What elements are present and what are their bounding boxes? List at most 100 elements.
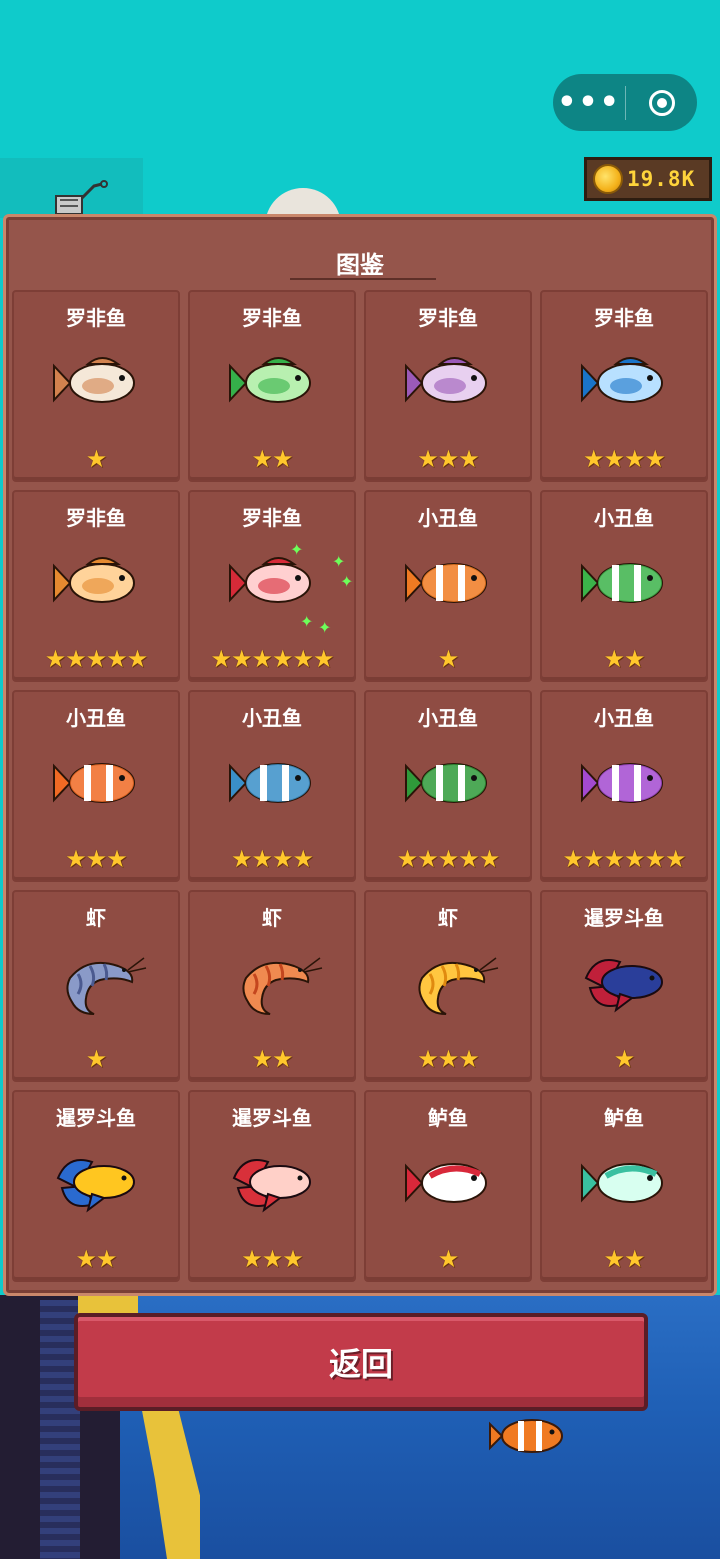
star-icon: ★ (241, 1245, 262, 1273)
shrimp-icon (400, 948, 500, 1018)
gold-coin-icon (593, 164, 623, 194)
tilapia-fish-icon (48, 348, 148, 418)
shrimp-icon (224, 948, 324, 1018)
star-icon: ★ (603, 645, 624, 673)
star-icon: ★ (644, 445, 666, 473)
fish-card[interactable]: 小丑鱼 ★ (364, 490, 532, 682)
title-underline (290, 278, 436, 280)
fish-card[interactable]: 虾 ★★★ (364, 890, 532, 1082)
fish-card[interactable]: 小丑鱼 ★★★★ (188, 690, 356, 882)
star-icon: ★ (624, 845, 645, 873)
star-icon: ★ (251, 445, 272, 473)
star-rating: ★★ (542, 1247, 706, 1271)
tilapia-fish-icon (400, 348, 500, 418)
tilapia-fish-icon (576, 348, 676, 418)
fish-card[interactable]: 罗非鱼 ★★★★★ (12, 490, 180, 682)
star-rating: ★ (14, 1047, 178, 1071)
betta-fish-icon (48, 1148, 148, 1218)
fish-card[interactable]: 小丑鱼 ★★★★★ (364, 690, 532, 882)
fish-card[interactable]: 罗非鱼 ★★ (188, 290, 356, 482)
star-rating: ★★★★★ (366, 847, 530, 871)
more-menu-button[interactable]: ••• (553, 74, 625, 131)
star-icon: ★ (417, 445, 438, 473)
shrimp-icon (48, 948, 148, 1018)
star-rating: ★★★★★★ (190, 647, 354, 671)
sand-strip (78, 1295, 138, 1315)
fish-name: 虾 (86, 906, 106, 930)
clownfish-icon (224, 748, 324, 818)
star-icon: ★ (665, 845, 686, 873)
star-icon: ★ (272, 445, 293, 473)
target-close-icon (648, 89, 675, 116)
fish-card[interactable]: 小丑鱼 ★★ (540, 490, 708, 682)
sparkle-icon: ✦ (340, 572, 354, 591)
fish-name: 暹罗斗鱼 (56, 1106, 136, 1130)
fish-card[interactable]: 暹罗斗鱼 ★★ (12, 1090, 180, 1282)
fish-name: 罗非鱼 (242, 306, 302, 330)
star-rating: ★ (366, 647, 530, 671)
star-icon: ★ (624, 1245, 645, 1273)
fish-card[interactable]: 小丑鱼 ★★★ (12, 690, 180, 882)
fish-card[interactable]: 罗非鱼 ★★★★ (540, 290, 708, 482)
collection-panel: 图鉴 罗非鱼 ★ 罗非鱼 ★★ 罗非鱼 ★★★ 罗非鱼 ★★★★ 罗非鱼 ★★★★★ 罗非鱼 ✦ ✦ ✦ ✦… (3, 214, 717, 1296)
star-icon: ★ (624, 645, 645, 673)
fish-card[interactable]: 虾 ★ (12, 890, 180, 1082)
star-icon: ★ (126, 645, 148, 673)
fish-card[interactable]: 罗非鱼 ✦ ✦ ✦ ✦ ✦ ★★★★★★ (188, 490, 356, 682)
star-icon: ★ (65, 645, 86, 673)
star-rating: ★ (542, 1047, 706, 1071)
star-icon: ★ (613, 1045, 635, 1073)
fish-card[interactable]: 暹罗斗鱼 ★ (540, 890, 708, 1082)
star-rating: ★★★ (190, 1247, 354, 1271)
fish-collection-grid: 罗非鱼 ★ 罗非鱼 ★★ 罗非鱼 ★★★ 罗非鱼 ★★★★ 罗非鱼 ★★★★★ 罗非鱼 ✦ ✦ ✦ ✦ ✦ ★★… (12, 290, 708, 1282)
star-icon: ★ (644, 845, 666, 873)
star-icon: ★ (437, 1045, 459, 1073)
betta-fish-icon (576, 948, 676, 1018)
fish-name: 罗非鱼 (242, 506, 302, 530)
star-icon: ★ (478, 845, 500, 873)
star-icon: ★ (458, 845, 479, 873)
fish-card[interactable]: 小丑鱼 ★★★★★★ (540, 690, 708, 882)
fish-card[interactable]: 罗非鱼 ★ (12, 290, 180, 482)
star-icon: ★ (96, 1245, 117, 1273)
fish-card[interactable]: 虾 ★★ (188, 890, 356, 1082)
back-button[interactable]: 返回 (74, 1313, 648, 1411)
fish-name: 罗非鱼 (594, 306, 654, 330)
fish-card[interactable]: 鲈鱼 ★ (364, 1090, 532, 1282)
fish-name: 小丑鱼 (242, 706, 302, 730)
star-icon: ★ (230, 645, 252, 673)
clownfish-icon (576, 548, 676, 618)
fish-card[interactable]: 暹罗斗鱼 ★★★ (188, 1090, 356, 1282)
fish-name: 虾 (438, 906, 458, 930)
star-icon: ★ (282, 1245, 303, 1273)
more-icon: ••• (557, 85, 621, 120)
fish-card[interactable]: 罗非鱼 ★★★ (364, 290, 532, 482)
star-rating: ★★★ (366, 447, 530, 471)
mini-program-capsule: ••• (553, 74, 697, 131)
star-icon: ★ (261, 1245, 283, 1273)
star-icon: ★ (437, 645, 459, 673)
star-icon: ★ (603, 445, 624, 473)
fish-name: 小丑鱼 (66, 706, 126, 730)
star-icon: ★ (106, 845, 127, 873)
fish-card[interactable]: 鲈鱼 ★★ (540, 1090, 708, 1282)
star-icon: ★ (272, 645, 293, 673)
star-icon: ★ (85, 445, 107, 473)
star-rating: ★★★ (14, 847, 178, 871)
fish-name: 鲈鱼 (428, 1106, 468, 1130)
fishing-hook-icon (55, 180, 108, 215)
star-rating: ★★ (190, 447, 354, 471)
star-icon: ★ (85, 845, 107, 873)
star-icon: ★ (624, 445, 645, 473)
star-icon: ★ (85, 1045, 107, 1073)
sparkle-icon: ✦ (300, 612, 314, 631)
star-rating: ★ (14, 447, 178, 471)
star-icon: ★ (230, 845, 252, 873)
star-icon: ★ (458, 1045, 479, 1073)
star-icon: ★ (562, 845, 583, 873)
background-clownfish-icon (489, 1419, 563, 1453)
star-icon: ★ (251, 845, 272, 873)
star-icon: ★ (251, 645, 272, 673)
close-mini-program-button[interactable] (626, 74, 697, 131)
star-icon: ★ (65, 845, 86, 873)
